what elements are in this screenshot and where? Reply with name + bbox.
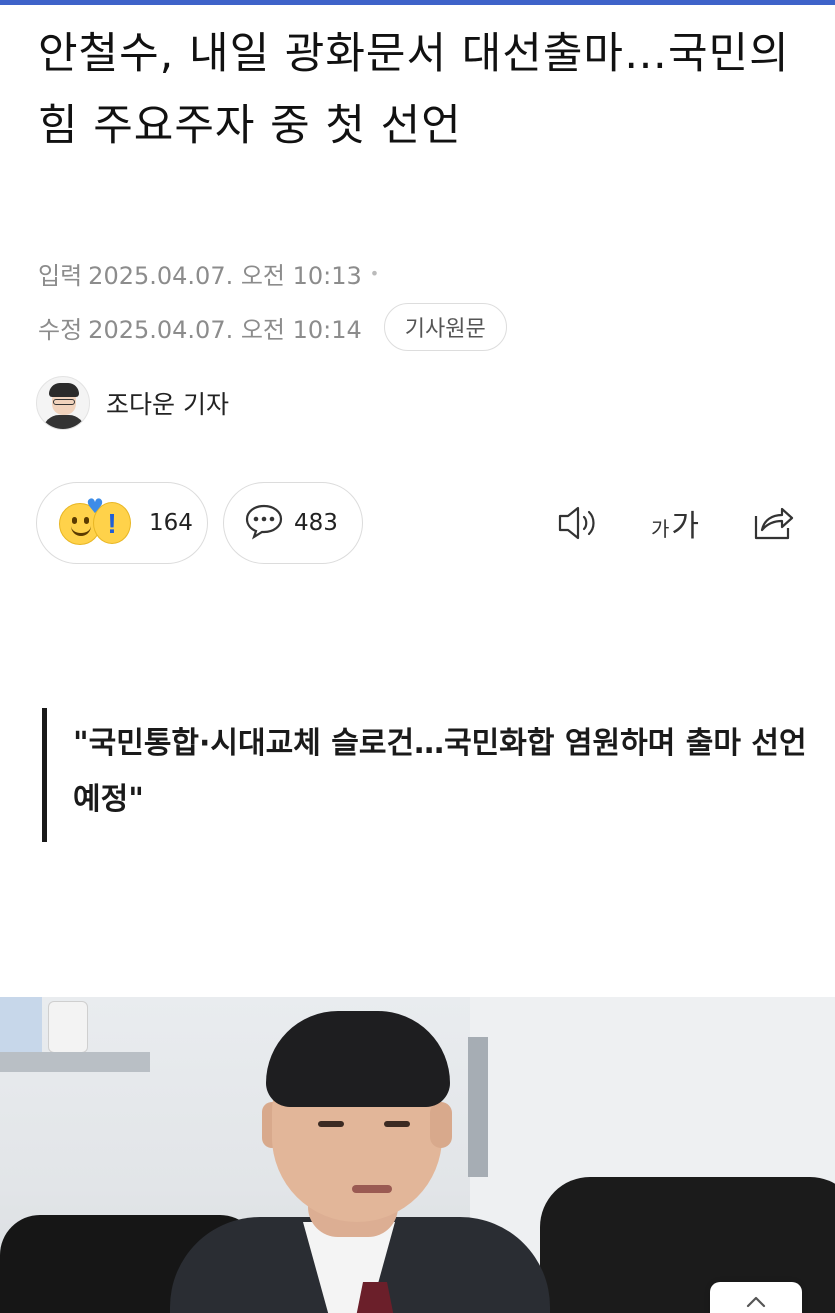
scroll-to-top-button[interactable] [710,1282,802,1313]
comment-count: 483 [294,510,338,536]
comment-button[interactable]: 483 [223,482,363,564]
published-value: 2025.04.07. 오전 10:13 [88,262,362,290]
author-info[interactable]: 조다운 기자 [36,376,229,430]
font-size-icon[interactable]: 가 가 [645,500,705,546]
separator-dot: • [369,264,380,283]
article-photo[interactable] [0,997,835,1313]
published-label: 입력 [38,262,83,290]
quote-text: "국민통합·시대교체 슬로건…국민화합 염원하며 출마 선언 예정" [73,726,807,817]
original-article-button[interactable]: 기사원문 [383,303,507,351]
author-name[interactable]: 조다운 기자 [106,385,229,421]
modified-date-row: 수정 2025.04.07. 오전 10:14 기사원문 [38,303,507,351]
font-size-large: 가 [671,509,699,544]
chevron-up-icon [745,1290,767,1313]
modified-label: 수정 [38,315,83,344]
published-date-row: 입력 2025.04.07. 오전 10:13 • [38,256,379,291]
reaction-emoji-icon: ! ♥ [59,496,139,548]
author-avatar[interactable] [36,376,90,430]
speech-bubble-icon [244,502,284,544]
reaction-button[interactable]: ! ♥ 164 [36,482,208,564]
speaker-icon[interactable] [554,500,604,546]
article-headline: 안철수, 내일 광화문서 대선출마…국민의힘 주요주자 중 첫 선언 [38,29,790,151]
font-size-small: 가 [650,516,670,541]
share-icon[interactable] [748,500,798,546]
top-accent-bar [0,0,835,5]
modified-value: 2025.04.07. 오전 10:14 [88,315,362,344]
article-subheadline-quote: "국민통합·시대교체 슬로건…국민화합 염원하며 출마 선언 예정" [42,708,812,842]
article-page: 안철수, 내일 광화문서 대선출마…국민의힘 주요주자 중 첫 선언 입력 20… [0,0,835,1313]
reaction-count: 164 [149,510,193,536]
